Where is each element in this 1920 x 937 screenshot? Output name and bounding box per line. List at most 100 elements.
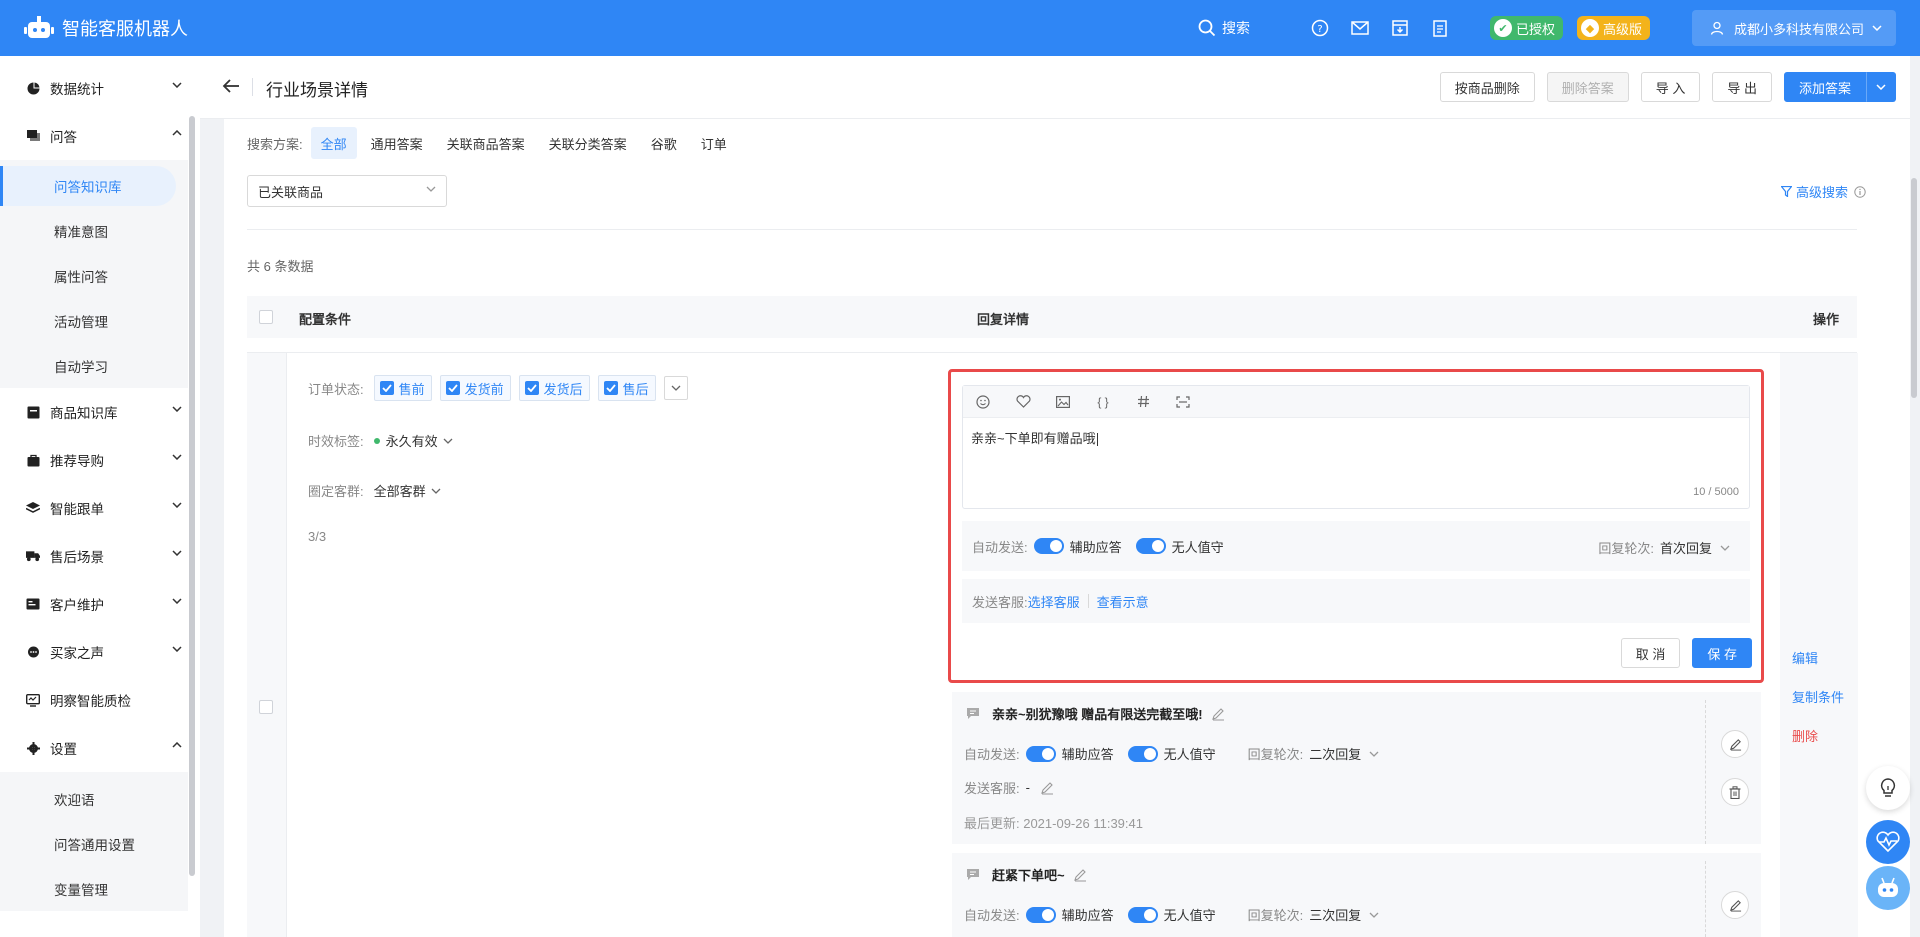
message-icon <box>967 708 979 719</box>
assist-toggle[interactable] <box>1025 745 1056 762</box>
sidebar-group-product-kb[interactable]: 商品知识库 <box>0 388 188 436</box>
add-answer-button[interactable]: 添加答案 <box>1783 72 1866 102</box>
pencil-icon[interactable] <box>1211 707 1225 721</box>
scheme-tab-all[interactable]: 全部 <box>310 127 357 159</box>
qa-submenu: 问答知识库 精准意图 属性问答 活动管理 自动学习 <box>0 160 188 388</box>
top-search[interactable]: 搜索 <box>1198 18 1250 38</box>
edition-label: 高级版 <box>1602 21 1642 37</box>
audience-select[interactable]: 全部客群 <box>374 481 441 500</box>
answer-editor[interactable]: { } 亲亲~下单即有赠品哦 10 / 5000 <box>962 385 1750 509</box>
delete-answer-icon-button[interactable] <box>1721 778 1749 806</box>
sidebar-group-label: 数据统计 <box>50 82 104 97</box>
edit-answer-button[interactable] <box>1721 891 1749 919</box>
scheme-tab-product[interactable]: 关联商品答案 <box>437 127 535 159</box>
sidebar-group-aftersale[interactable]: 售后场景 <box>0 532 188 580</box>
document-icon[interactable] <box>1430 18 1450 38</box>
import-button[interactable]: 导 入 <box>1640 72 1701 102</box>
sidebar-group-follow[interactable]: 智能跟单 <box>0 484 188 532</box>
unattended-toggle[interactable] <box>1127 745 1158 762</box>
status-tag-shipped[interactable]: 发货后 <box>518 375 590 401</box>
image-icon[interactable] <box>1053 392 1073 412</box>
unattended-toggle[interactable] <box>1135 538 1166 554</box>
heart-icon[interactable] <box>1013 392 1033 412</box>
export-button[interactable]: 导 出 <box>1712 72 1772 102</box>
validity-select[interactable]: 永久有效 <box>373 431 453 450</box>
delete-answer-button[interactable]: 删除答案 <box>1546 72 1629 102</box>
sidebar-group-stats[interactable]: 数据统计 <box>0 64 188 112</box>
robot-logo-icon <box>24 16 54 38</box>
round-select[interactable]: 首次回复 <box>1660 538 1730 557</box>
id-card-icon <box>26 597 40 611</box>
sidebar-item-activity[interactable]: 活动管理 <box>0 298 188 343</box>
pencil-icon[interactable] <box>1040 781 1054 795</box>
authorized-badge[interactable]: ✔ 已授权 <box>1489 16 1563 40</box>
back-arrow-icon[interactable] <box>222 78 240 94</box>
status-tag-presale[interactable]: 售前 <box>373 375 432 401</box>
variable-braces-icon[interactable]: { } <box>1093 392 1113 412</box>
robot-assistant-button[interactable] <box>1866 866 1910 910</box>
save-button[interactable]: 保 存 <box>1692 638 1752 668</box>
page-scrollbar[interactable] <box>1911 178 1917 398</box>
status-more-dropdown[interactable] <box>663 376 688 400</box>
audience-value: 全部客群 <box>373 484 426 499</box>
edit-link[interactable]: 编辑 <box>1792 648 1844 667</box>
sidebar-group-qc[interactable]: 明察智能质检 <box>0 676 188 724</box>
sidebar-group-voice[interactable]: 买家之声 <box>0 628 188 676</box>
sidebar-item-label: 精准意图 <box>54 224 108 240</box>
status-tag-aftersale[interactable]: 售后 <box>597 375 656 401</box>
edition-badge[interactable]: ◆ 高级版 <box>1576 16 1650 40</box>
product-link-select[interactable]: 已关联商品 <box>247 175 447 207</box>
sidebar-item-attr-qa[interactable]: 属性问答 <box>0 253 188 298</box>
add-answer-dropdown[interactable] <box>1866 72 1896 102</box>
delete-by-product-button[interactable]: 按商品删除 <box>1439 72 1535 102</box>
round-select[interactable]: 二次回复 <box>1309 744 1379 763</box>
select-all-checkbox[interactable] <box>259 310 273 324</box>
brand[interactable]: 智能客服机器人 <box>0 15 260 41</box>
help-icon[interactable]: ? <box>1310 18 1330 38</box>
sidebar-item-welcome[interactable]: 欢迎语 <box>0 776 188 821</box>
sidebar-item-intent[interactable]: 精准意图 <box>0 208 188 253</box>
cancel-button[interactable]: 取 消 <box>1620 638 1681 668</box>
edit-answer-button[interactable] <box>1721 730 1749 758</box>
sidebar-item-autolearn[interactable]: 自动学习 <box>0 343 188 388</box>
check-icon <box>379 381 394 395</box>
round-select[interactable]: 三次回复 <box>1309 905 1379 924</box>
scheme-tab-category[interactable]: 关联分类答案 <box>539 127 637 159</box>
editor-content[interactable]: 亲亲~下单即有赠品哦 <box>971 428 1098 447</box>
pencil-icon[interactable] <box>1073 868 1087 882</box>
sidebar-item-qa-kb[interactable]: 问答知识库 <box>0 166 176 206</box>
delete-link[interactable]: 删除 <box>1792 726 1844 745</box>
lightbulb-float-button[interactable] <box>1866 766 1910 810</box>
copy-condition-link[interactable]: 复制条件 <box>1792 687 1844 706</box>
activity-float-button[interactable] <box>1866 820 1910 864</box>
sidebar-scrollbar[interactable] <box>189 116 195 876</box>
sidebar-group-qa[interactable]: 问答 <box>0 112 188 160</box>
sidebar-group-customer[interactable]: 客户维护 <box>0 580 188 628</box>
assist-label: 辅助应答 <box>1069 539 1122 555</box>
view-example-link[interactable]: 查看示意 <box>1097 592 1149 611</box>
scheme-tab-google[interactable]: 谷歌 <box>641 127 687 159</box>
sidebar-group-label: 智能跟单 <box>50 502 104 517</box>
sidebar-group-settings[interactable]: 设置 <box>0 724 188 772</box>
status-tag-preship[interactable]: 发货前 <box>439 375 511 401</box>
choose-service-link[interactable]: 选择客服 <box>1028 592 1080 611</box>
advanced-search-link[interactable]: 高级搜索 <box>1780 182 1866 201</box>
assist-toggle[interactable] <box>1025 906 1056 923</box>
unattended-toggle[interactable] <box>1127 906 1158 923</box>
download-box-icon[interactable] <box>1390 18 1410 38</box>
emoji-icon[interactable] <box>973 392 993 412</box>
scheme-tab-order[interactable]: 订单 <box>691 127 737 159</box>
company-menu[interactable]: 成都小多科技有限公司 <box>1691 10 1896 46</box>
sidebar-item-qa-settings[interactable]: 问答通用设置 <box>0 821 188 866</box>
divider <box>1705 861 1706 937</box>
assist-toggle[interactable] <box>1033 538 1064 554</box>
row-checkbox[interactable] <box>259 700 273 714</box>
pencil-icon <box>1729 899 1741 912</box>
sidebar-item-label: 自动学习 <box>54 359 108 375</box>
crop-icon[interactable] <box>1173 392 1193 412</box>
sidebar-group-recommend[interactable]: 推荐导购 <box>0 436 188 484</box>
mail-icon[interactable] <box>1350 18 1370 38</box>
sidebar-item-variables[interactable]: 变量管理 <box>0 866 188 911</box>
hashtag-icon[interactable] <box>1133 392 1153 412</box>
scheme-tab-general[interactable]: 通用答案 <box>361 127 433 159</box>
